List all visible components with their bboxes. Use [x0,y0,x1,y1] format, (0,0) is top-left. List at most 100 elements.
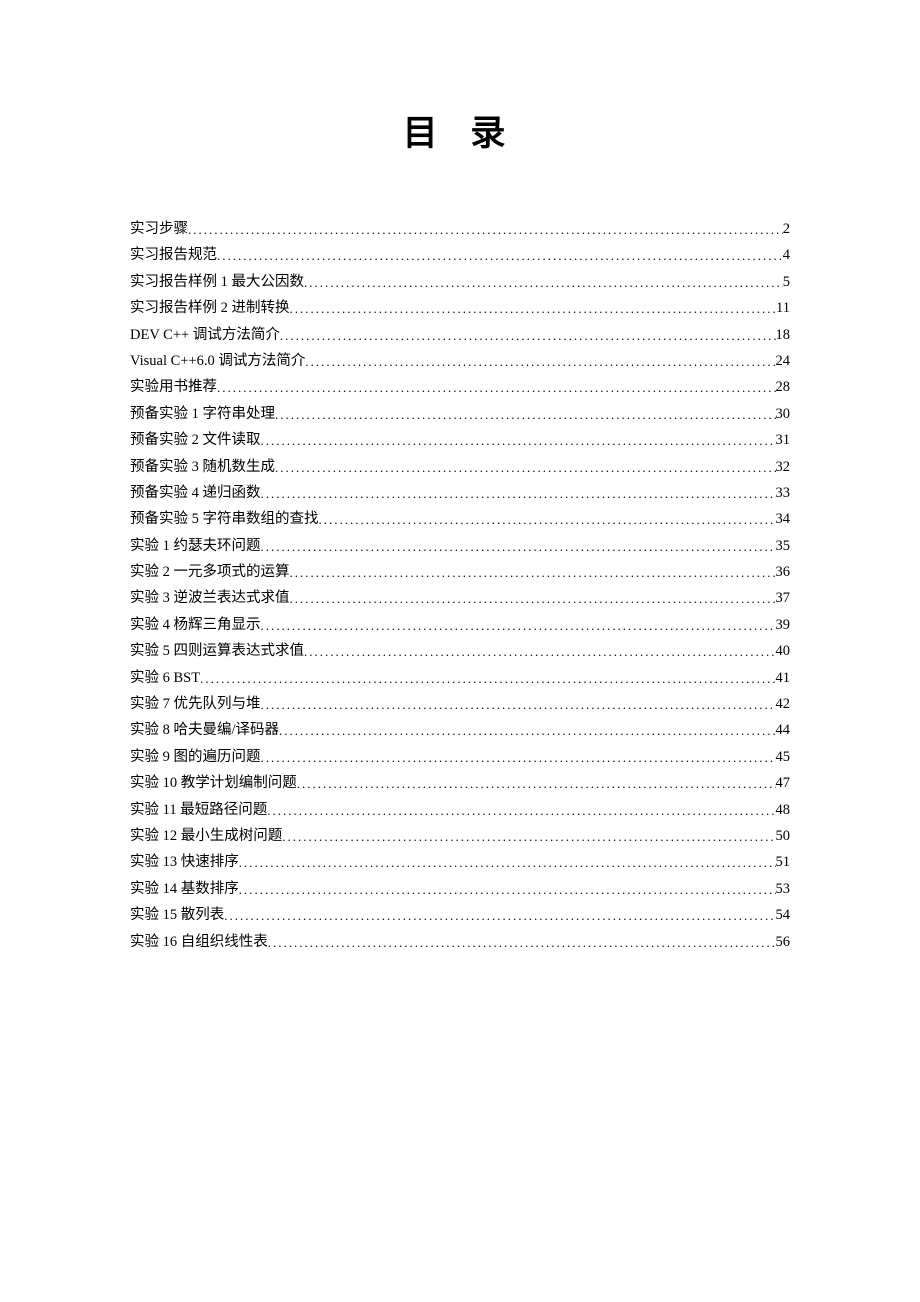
toc-dot-leader [268,930,776,955]
toc-entry-label: 实验 1 约瑟夫环问题 [130,534,261,559]
toc-entry: 实验 9 图的遍历问题 45 [130,744,790,770]
toc-entry: 实验 5 四则运算表达式求值 40 [130,638,790,664]
toc-dot-leader [188,217,783,242]
toc-entry: 实验 7 优先队列与堆 42 [130,691,790,717]
toc-dot-leader [239,877,776,902]
toc-entry-label: 实验 4 杨辉三角显示 [130,613,261,638]
toc-dot-leader [290,560,776,585]
toc-entry: 实验 1 约瑟夫环问题 35 [130,533,790,559]
toc-entry-label: 预备实验 3 随机数生成 [130,455,275,480]
toc-entry: 实验 2 一元多项式的运算 36 [130,559,790,585]
toc-entry-page: 44 [776,718,791,743]
toc-entry-page: 33 [776,481,791,506]
toc-dot-leader [290,586,776,611]
toc-entry-page: 28 [776,375,791,400]
toc-dot-leader [261,428,776,453]
toc-entry-page: 18 [776,323,791,348]
toc-dot-leader [290,296,777,321]
toc-entry: 预备实验 2 文件读取 31 [130,427,790,453]
toc-entry-label: 实习报告规范 [130,243,217,268]
toc-entry-label: 实验 14 基数排序 [130,877,239,902]
toc-entry-label: 实习报告样例 2 进制转换 [130,296,290,321]
toc-entry-page: 53 [776,877,791,902]
toc-entry: 实验 12 最小生成树问题 50 [130,823,790,849]
toc-entry-page: 47 [776,771,791,796]
toc-entry-label: 预备实验 4 递归函数 [130,481,261,506]
toc-entry-label: 实验 5 四则运算表达式求值 [130,639,304,664]
toc-entry-page: 30 [776,402,791,427]
toc-entry-label: DEV C++ 调试方法简介 [130,323,280,348]
toc-entry-label: 实验 2 一元多项式的运算 [130,560,290,585]
toc-entry-page: 37 [776,586,791,611]
toc-entry: Visual C++6.0 调试方法简介24 [130,348,790,374]
toc-entry-label: 实验 9 图的遍历问题 [130,745,261,770]
toc-entry-label: 实验 6 BST [130,666,200,691]
toc-entry-page: 11 [776,296,790,321]
toc-entry-page: 51 [776,850,791,875]
toc-entry: 实验用书推荐28 [130,374,790,400]
toc-entry-page: 40 [776,639,791,664]
toc-entry-page: 32 [776,455,791,480]
toc-dot-leader [319,507,776,532]
toc-dot-leader [261,534,776,559]
toc-dot-leader [304,270,783,295]
toc-entry-page: 39 [776,613,791,638]
toc-entry: 预备实验 1 字符串处理 30 [130,401,790,427]
toc-dot-leader [261,692,776,717]
toc-entry-page: 2 [783,217,790,242]
toc-entry: 实验 11 最短路径问题 48 [130,797,790,823]
toc-entry-label: 实习报告样例 1 最大公因数 [130,270,304,295]
toc-entry: 预备实验 5 字符串数组的查找34 [130,506,790,532]
toc-entry-page: 50 [776,824,791,849]
toc-entry-page: 56 [776,930,791,955]
toc-entry-page: 4 [783,243,790,268]
toc-entry: 实验 15 散列表 54 [130,902,790,928]
toc-entry: 实验 3 逆波兰表达式求值 37 [130,585,790,611]
toc-entry-label: 实验 15 散列表 [130,903,224,928]
toc-entry-page: 35 [776,534,791,559]
toc-dot-leader [200,666,775,691]
toc-entry-page: 45 [776,745,791,770]
toc-entry-label: 预备实验 1 字符串处理 [130,402,275,427]
toc-entry: 实验 10 教学计划编制问题47 [130,770,790,796]
toc-dot-leader [261,481,776,506]
toc-entry-label: 实验 7 优先队列与堆 [130,692,261,717]
toc-dot-leader [279,718,775,743]
toc-entry: 实习报告样例 1 最大公因数5 [130,269,790,295]
toc-dot-leader [261,613,776,638]
toc-dot-leader [297,771,776,796]
document-page: 目 录 实习步骤2实习报告规范4实习报告样例 1 最大公因数5实习报告样例 2 … [0,0,920,1302]
toc-entry-label: 预备实验 2 文件读取 [130,428,261,453]
toc-entry-page: 42 [776,692,791,717]
toc-entry: 实验 14 基数排序 53 [130,876,790,902]
toc-entry-page: 54 [776,903,791,928]
toc-entry-label: 实验 3 逆波兰表达式求值 [130,586,290,611]
toc-entry-page: 31 [776,428,791,453]
toc-dot-leader [305,349,775,374]
toc-dot-leader [267,798,775,823]
toc-dot-leader [304,639,776,664]
toc-dot-leader [217,243,783,268]
toc-entry: 实验 13 快速排序 51 [130,849,790,875]
toc-dot-leader [239,850,776,875]
toc-dot-leader [280,323,776,348]
toc-entry-label: 实验 13 快速排序 [130,850,239,875]
toc-entry: 实验 6 BST 41 [130,665,790,691]
toc-entry-label: 实验 12 最小生成树问题 [130,824,282,849]
toc-entry: 实验 4 杨辉三角显示 39 [130,612,790,638]
toc-entry: 实习报告规范 4 [130,242,790,268]
toc-entry-page: 41 [776,666,791,691]
toc-entry-label: 实验 11 最短路径问题 [130,798,267,823]
toc-entry: 预备实验 4 递归函数 33 [130,480,790,506]
toc-dot-leader [282,824,775,849]
toc-entry: 预备实验 3 随机数生成 32 [130,454,790,480]
toc-entry: 实习报告样例 2 进制转换 11 [130,295,790,321]
table-of-contents: 实习步骤 2 实习报告规范 4实习报告样例 1 最大公因数5实习报告样例 2 进制转换… [130,216,790,955]
toc-entry: DEV C++ 调试方法简介 18 [130,322,790,348]
toc-dot-leader [275,402,776,427]
toc-entry-label: 实习步骤 [130,217,188,242]
toc-entry-page: 36 [776,560,791,585]
toc-dot-leader [275,455,776,480]
toc-entry-page: 48 [776,798,791,823]
toc-dot-leader [261,745,776,770]
